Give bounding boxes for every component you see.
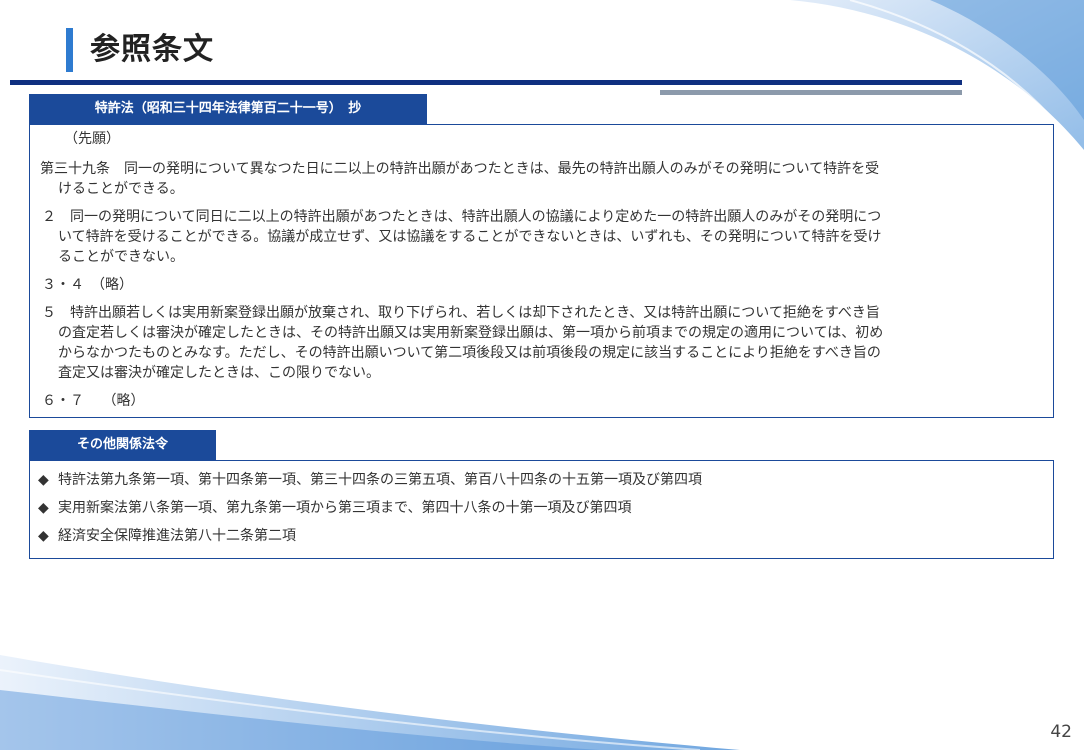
title-accent-bar [66, 28, 73, 72]
paragraph-2-line1: ２ 同一の発明について同日に二以上の特許出願があつたときは、特許出願人の協議によ… [42, 207, 881, 227]
article-heading: （先願） [64, 131, 120, 147]
title-subrule [660, 90, 962, 95]
related-laws-tab: その他関係法令 [29, 430, 216, 460]
diamond-bullet-icon: ◆ [38, 500, 49, 516]
paragraph-2-line2: いて特許を受けることができる。協議が成立せず、又は協議をすることができないときは… [58, 229, 882, 245]
page-title: 参照条文 [90, 32, 214, 67]
related-law-item: 経済安全保障推進法第八十二条第二項 [58, 528, 296, 544]
article-39-line2: けることができる。 [58, 181, 184, 197]
paragraph-5-line3: からなかつたものとみなす。ただし、その特許出願いついて第二項後段又は前項後段の規… [58, 345, 881, 361]
paragraph-2-number: ２ [42, 209, 56, 225]
title-underline [10, 80, 962, 85]
page-number: 42 [1050, 722, 1072, 742]
diamond-bullet-icon: ◆ [38, 472, 49, 488]
article-39-text: 同一の発明について異なつた日に二以上の特許出願があつたときは、最先の特許出願人の… [110, 161, 880, 177]
paragraph-6-7: ６・７ （略） [42, 393, 145, 409]
diamond-bullet-icon: ◆ [38, 528, 49, 544]
paragraph-5-line4: 査定又は審決が確定したときは、この限りでない。 [58, 365, 380, 381]
paragraph-5-line1: ５ 特許出願若しくは実用新案登録出願が放棄され、取り下げられ、若しくは却下された… [42, 303, 880, 323]
article-39-number: 第三十九条 [40, 161, 110, 177]
paragraph-5-line2: の査定若しくは審決が確定したときは、その特許出願又は実用新案登録出願は、第一項か… [58, 325, 884, 341]
paragraph-2-line3: ることができない。 [58, 249, 184, 265]
related-law-item: 実用新案法第八条第一項、第九条第一項から第三項まで、第四十八条の十第一項及び第四… [58, 500, 632, 516]
related-law-item: 特許法第九条第一項、第十四条第一項、第三十四条の三第五項、第百八十四条の十五第一… [58, 472, 702, 488]
patent-law-tab: 特許法（昭和三十四年法律第百二十一号） 抄 [29, 94, 427, 124]
article-39-line1: 第三十九条 同一の発明について異なつた日に二以上の特許出願があつたときは、最先の… [40, 159, 879, 179]
paragraph-5-text: 特許出願若しくは実用新案登録出願が放棄され、取り下げられ、若しくは却下されたとき… [56, 305, 880, 321]
paragraph-2-text: 同一の発明について同日に二以上の特許出願があつたときは、特許出願人の協議により定… [56, 209, 882, 225]
paragraph-3-4: ３・４ （略） [42, 277, 133, 293]
paragraph-5-number: ５ [42, 305, 56, 321]
patent-law-box: （先願） 第三十九条 同一の発明について異なつた日に二以上の特許出願があつたとき… [29, 124, 1054, 418]
